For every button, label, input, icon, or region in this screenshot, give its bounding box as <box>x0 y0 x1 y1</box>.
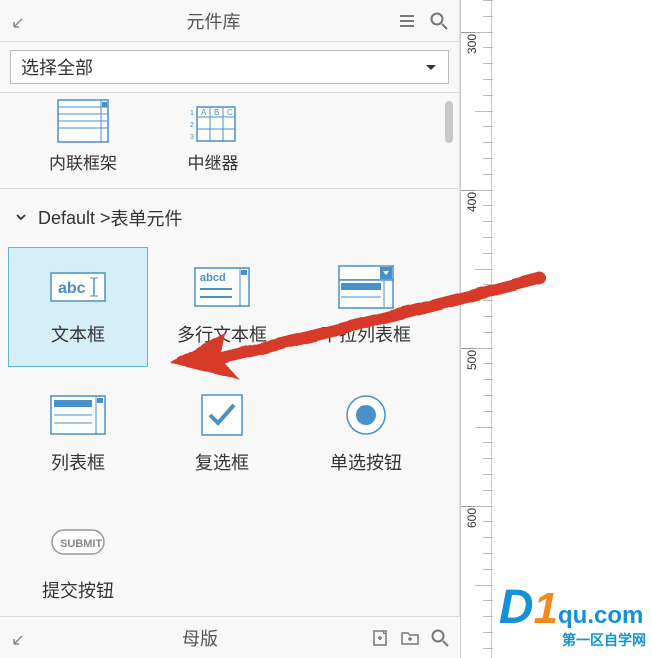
svg-text:SUBMIT: SUBMIT <box>60 538 102 550</box>
widget-grid: abc 文本框 abcd 多行文本框 下拉列表框 列表框 复选框 <box>0 241 459 623</box>
watermark-d: D <box>499 580 534 635</box>
svg-text:A: A <box>201 108 207 117</box>
section-header[interactable]: Default > 表单元件 <box>0 189 459 241</box>
widget-label: 单选按钮 <box>330 449 402 475</box>
widget-label: 文本框 <box>51 321 105 347</box>
repeater-icon: ABC 1 2 3 <box>187 99 239 143</box>
widget-repeater[interactable]: ABC 1 2 3 中继器 <box>148 99 278 174</box>
radio-icon <box>338 395 394 435</box>
widget-radio[interactable]: 单选按钮 <box>296 375 436 495</box>
widget-label: 多行文本框 <box>177 321 267 347</box>
library-select[interactable]: 选择全部 <box>10 50 449 84</box>
svg-text:B: B <box>214 108 219 117</box>
panel-title: 元件库 <box>30 8 397 34</box>
menu-icon[interactable] <box>397 11 417 31</box>
dropdown-icon <box>338 267 394 307</box>
collapse-icon[interactable] <box>10 628 30 648</box>
dropdown-caret-icon <box>424 57 438 78</box>
library-select-label: 选择全部 <box>21 54 93 80</box>
textarea-icon: abcd <box>194 267 250 307</box>
widget-submit[interactable]: SUBMIT 提交按钮 <box>8 503 148 623</box>
widget-label: 内联框架 <box>18 149 148 174</box>
widget-label: 复选框 <box>195 449 249 475</box>
watermark-domain: qu.com <box>558 602 646 630</box>
widget-label: 下拉列表框 <box>321 321 411 347</box>
panel-footer: 母版 <box>0 616 460 658</box>
scrollbar-thumb[interactable] <box>445 101 453 143</box>
widget-checkbox[interactable]: 复选框 <box>152 375 292 495</box>
svg-text:C: C <box>227 108 233 117</box>
checkbox-icon <box>194 395 250 435</box>
add-folder-icon[interactable] <box>400 628 420 648</box>
search-icon[interactable] <box>429 11 449 31</box>
vertical-ruler: 300400500600 <box>460 0 492 658</box>
svg-text:1: 1 <box>190 110 194 117</box>
footer-title: 母版 <box>30 625 370 651</box>
listbox-icon <box>50 395 106 435</box>
svg-text:abc: abc <box>58 280 86 297</box>
watermark-cn: 第一区自学网 <box>562 630 646 650</box>
svg-text:2: 2 <box>190 122 194 129</box>
svg-text:abcd: abcd <box>200 272 226 284</box>
search-icon[interactable] <box>430 628 450 648</box>
svg-text:3: 3 <box>190 134 194 141</box>
library-select-row: 选择全部 <box>0 42 459 93</box>
submit-icon: SUBMIT <box>50 523 106 563</box>
inline-frame-icon <box>57 99 109 143</box>
widget-dropdown[interactable]: 下拉列表框 <box>296 247 436 367</box>
chevron-down-icon <box>14 208 28 229</box>
watermark: D 1 qu.com 第一区自学网 <box>499 580 646 650</box>
add-page-icon[interactable] <box>370 628 390 648</box>
collapse-icon[interactable] <box>10 11 30 31</box>
widget-textarea[interactable]: abcd 多行文本框 <box>152 247 292 367</box>
widget-label: 提交按钮 <box>42 577 114 603</box>
textfield-icon: abc <box>50 267 106 307</box>
widget-textfield[interactable]: abc 文本框 <box>8 247 148 367</box>
widget-label: 中继器 <box>148 149 278 174</box>
widget-label: 列表框 <box>51 449 105 475</box>
section-breadcrumb: Default > <box>38 208 111 229</box>
panel-header: 元件库 <box>0 0 459 42</box>
section-name: 表单元件 <box>111 205 183 231</box>
widget-library-panel: 元件库 选择全部 内联框架 ABC 1 2 3 <box>0 0 460 658</box>
watermark-1: 1 <box>534 584 558 634</box>
previous-section-row: 内联框架 ABC 1 2 3 中继器 <box>0 93 459 189</box>
widget-listbox[interactable]: 列表框 <box>8 375 148 495</box>
widget-inline-frame[interactable]: 内联框架 <box>18 99 148 174</box>
